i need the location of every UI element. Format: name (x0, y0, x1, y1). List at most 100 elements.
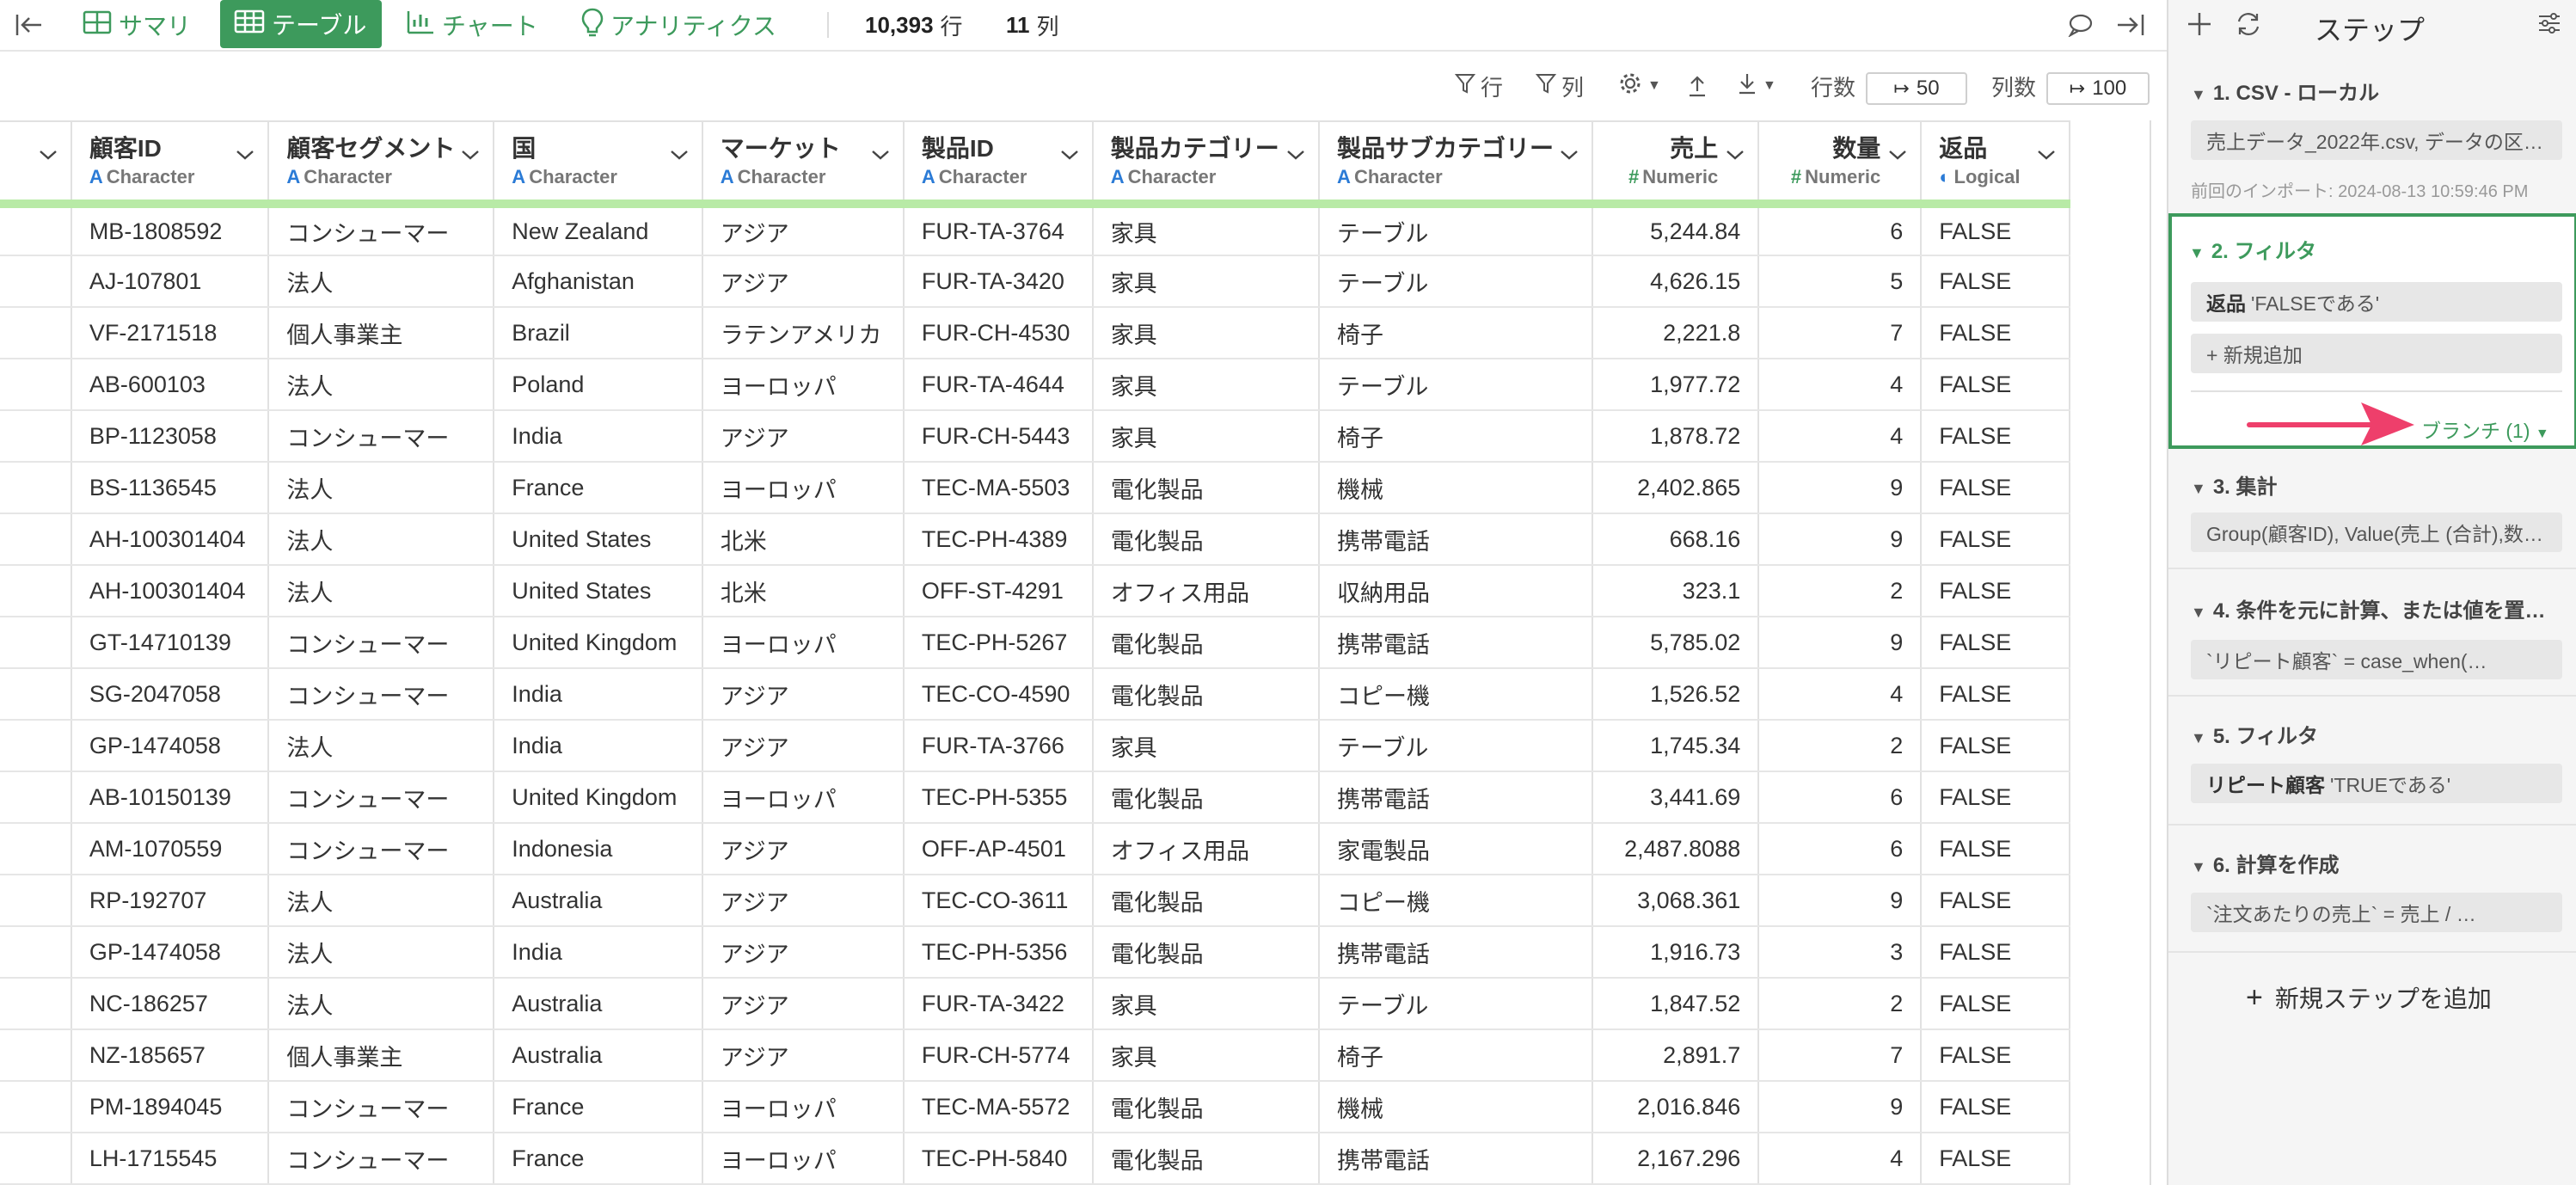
table-cell[interactable]: GP-1474058 (71, 720, 270, 772)
table-cell[interactable]: 05-26 (0, 926, 72, 979)
table-cell[interactable]: アジア (702, 875, 905, 927)
column-filter-button[interactable]: 列 (1535, 71, 1584, 101)
table-cell[interactable]: 1,916.73 (1592, 926, 1760, 979)
table-cell[interactable]: 2 (1758, 978, 1923, 1030)
table-cell[interactable]: 北米 (702, 565, 905, 617)
settings-menu-button[interactable]: ▼ (1618, 71, 1661, 101)
table-cell[interactable]: 家具 (1092, 204, 1321, 256)
table-cell[interactable]: NZ-185657 (71, 1029, 270, 1082)
table-cell[interactable]: テーブル (1319, 359, 1593, 411)
table-cell[interactable]: Australia (494, 978, 703, 1030)
table-cell[interactable]: 法人 (268, 359, 495, 411)
table-cell[interactable]: 電化製品 (1092, 1081, 1321, 1133)
table-cell[interactable]: FALSE (1921, 255, 2070, 308)
table-cell[interactable]: コンシューマー (268, 668, 495, 721)
collapse-right-icon[interactable] (2115, 0, 2146, 50)
table-cell[interactable]: 4,626.15 (1592, 255, 1760, 308)
step-create-calculation[interactable]: ▼ 6. 計算を作成 `注文あたりの売上` = 売上 / … (2168, 836, 2576, 944)
table-cell[interactable]: コンシューマー (268, 204, 495, 256)
table-cell[interactable]: コピー機 (1319, 875, 1593, 927)
column-header[interactable]: マーケット A Character (702, 120, 905, 208)
step-detail-card[interactable]: Group(顧客ID), Value(売上 (合計),数… (2191, 513, 2562, 552)
table-cell[interactable]: FUR-CH-5443 (903, 410, 1094, 463)
table-cell[interactable]: TEC-PH-5840 (903, 1133, 1094, 1185)
table-cell[interactable]: TEC-CO-4590 (903, 668, 1094, 721)
table-cell[interactable]: FUR-CH-5774 (903, 1029, 1094, 1082)
table-cell[interactable]: 家具 (1092, 307, 1321, 359)
table-cell[interactable]: TEC-PH-4389 (903, 513, 1094, 566)
table-cell[interactable]: RP-192707 (71, 875, 270, 927)
step-aggregate[interactable]: ▼ 3. 集計 Group(顧客ID), Value(売上 (合計),数… (2168, 457, 2576, 566)
table-cell[interactable]: Australia (494, 875, 703, 927)
table-cell[interactable]: FALSE (1921, 823, 2070, 875)
table-cell[interactable]: FALSE (1921, 875, 2070, 927)
table-cell[interactable]: 法人 (268, 255, 495, 308)
table-cell[interactable]: コンシューマー (268, 1081, 495, 1133)
table-cell[interactable]: FUR-TA-3764 (903, 204, 1094, 256)
table-cell[interactable]: アジア (702, 978, 905, 1030)
table-cell[interactable]: FALSE (1921, 978, 2070, 1030)
table-cell[interactable]: 電化製品 (1092, 1133, 1321, 1185)
table-cell[interactable]: 9 (1758, 513, 1923, 566)
table-cell[interactable]: 12-28 (0, 513, 72, 566)
tab-analytics[interactable]: アナリティクス (581, 0, 776, 50)
table-cell[interactable]: 4 (1758, 410, 1923, 463)
table-cell[interactable]: テーブル (1319, 255, 1593, 308)
step-csv-local[interactable]: ▼ 1. CSV - ローカル 売上データ_2022年.csv, データの区… 前… (2168, 67, 2576, 205)
table-cell[interactable]: 11-29 (0, 1029, 72, 1082)
table-cell[interactable]: 2 (1758, 565, 1923, 617)
table-cell[interactable]: 家具 (1092, 410, 1321, 463)
chevron-down-icon[interactable] (38, 144, 58, 167)
table-cell[interactable]: ラテンアメリカ (702, 307, 905, 359)
table-cell[interactable]: 4 (1758, 1133, 1923, 1185)
table-cell[interactable]: FALSE (1921, 513, 2070, 566)
table-cell[interactable]: 電化製品 (1092, 668, 1321, 721)
table-cell[interactable]: 1,977.72 (1592, 359, 1760, 411)
table-cell[interactable]: 07-18 (0, 462, 72, 514)
table-cell[interactable]: New Zealand (494, 204, 703, 256)
table-cell[interactable]: 323.1 (1592, 565, 1760, 617)
table-cell[interactable]: FALSE (1921, 617, 2070, 669)
table-cell[interactable]: 家具 (1092, 255, 1321, 308)
table-cell[interactable]: ヨーロッパ (702, 462, 905, 514)
table-cell[interactable]: NC-186257 (71, 978, 270, 1030)
chevron-down-icon[interactable] (1559, 144, 1579, 167)
chevron-down-icon[interactable] (235, 144, 255, 167)
table-cell[interactable]: 法人 (268, 462, 495, 514)
table-cell[interactable]: 6 (1758, 204, 1923, 256)
add-new-step-button[interactable]: + 新規ステップを追加 (2246, 980, 2492, 1015)
table-cell[interactable]: France (494, 1081, 703, 1133)
cols-count-input[interactable]: ↦ 100 (2046, 72, 2150, 105)
table-cell[interactable]: コピー機 (1319, 668, 1593, 721)
sliders-icon[interactable] (2536, 10, 2562, 40)
column-header[interactable]: 数量 # Numeric (1758, 120, 1923, 208)
table-cell[interactable]: AH-100301404 (71, 565, 270, 617)
table-cell[interactable]: 9 (1758, 875, 1923, 927)
table-cell[interactable]: FALSE (1921, 410, 2070, 463)
table-cell[interactable]: 2,167.296 (1592, 1133, 1760, 1185)
add-filter-button[interactable]: + 新規追加 (2191, 334, 2562, 373)
table-cell[interactable]: 02-25 (0, 410, 72, 463)
table-cell[interactable]: ヨーロッパ (702, 1081, 905, 1133)
table-cell[interactable]: 3,441.69 (1592, 771, 1760, 824)
table-cell[interactable]: ヨーロッパ (702, 359, 905, 411)
table-cell[interactable]: 2,402.865 (1592, 462, 1760, 514)
table-cell[interactable]: SG-2047058 (71, 668, 270, 721)
table-cell[interactable]: 電化製品 (1092, 926, 1321, 979)
table-cell[interactable]: 1,847.52 (1592, 978, 1760, 1030)
table-cell[interactable]: LH-1715545 (71, 1133, 270, 1185)
table-cell[interactable]: 4 (1758, 359, 1923, 411)
table-cell[interactable]: 電化製品 (1092, 771, 1321, 824)
table-cell[interactable]: 機械 (1319, 1081, 1593, 1133)
table-cell[interactable]: PM-1894045 (71, 1081, 270, 1133)
table-cell[interactable]: 09-30 (0, 1081, 72, 1133)
table-cell[interactable]: 家具 (1092, 1029, 1321, 1082)
table-cell[interactable]: 7 (1758, 1029, 1923, 1082)
table-cell[interactable]: 9 (1758, 1081, 1923, 1133)
table-cell[interactable]: OFF-ST-4291 (903, 565, 1094, 617)
table-cell[interactable]: 法人 (268, 513, 495, 566)
comment-icon[interactable] (2067, 0, 2093, 50)
table-cell[interactable]: 携帯電話 (1319, 617, 1593, 669)
step-detail-card[interactable]: 売上データ_2022年.csv, データの区… (2191, 120, 2562, 160)
table-cell[interactable]: Poland (494, 359, 703, 411)
